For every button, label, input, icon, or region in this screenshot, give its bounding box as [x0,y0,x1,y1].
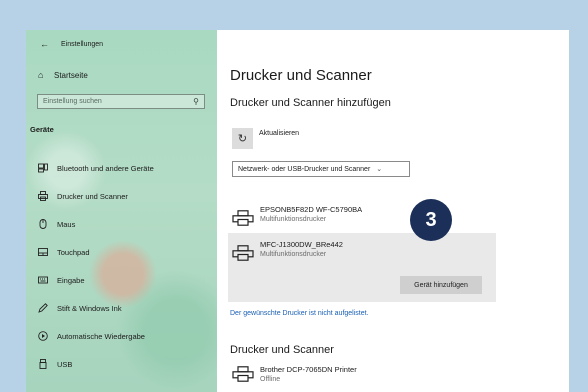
bluetooth-devices-icon [38,163,49,173]
settings-window: ← Einstellungen ⌂ Startseite Einstellung… [26,30,569,392]
autoplay-icon [38,331,49,341]
sidebar-item-pen[interactable]: Stift & Windows Ink [26,294,217,322]
sidebar-item-label: Maus [57,219,76,229]
keyboard-icon [38,275,49,285]
printer-icon [232,210,254,226]
printer-type: Multifunktionsdrucker [260,216,327,223]
mouse-icon [38,219,49,229]
sidebar-section-title: Geräte [30,125,54,134]
printer-name: Brother DCP-7065DN Printer [260,365,357,374]
sidebar-item-mouse[interactable]: Maus [26,210,217,238]
sidebar-item-label: Automatische Wiedergabe [57,331,145,341]
sidebar-item-home[interactable]: ⌂ Startseite [26,66,217,84]
sidebar-item-label: Eingabe [57,275,85,285]
sidebar-item-label: Bluetooth und andere Geräte [57,163,154,173]
search-placeholder: Einstellung suchen [43,98,102,105]
sidebar-item-bluetooth[interactable]: Bluetooth und andere Geräte [26,154,217,182]
sidebar-item-autoplay[interactable]: Automatische Wiedergabe [26,322,217,350]
chevron-down-icon: ⌄ [376,166,383,173]
sidebar-item-printers[interactable]: Drucker und Scanner [26,182,217,210]
printer-name: MFC-J1300DW_BRe442 [260,240,343,249]
found-printer-item[interactable]: EPSONB5F82D WF-C5790BA Multifunktionsdru… [228,198,496,228]
search-icon[interactable]: ⚲ [193,97,199,106]
printer-icon [38,191,49,201]
usb-icon [38,359,49,369]
printer-icon [232,366,254,382]
refresh-label[interactable]: Aktualisieren [259,130,299,137]
printer-icon [232,245,254,261]
add-section-title: Drucker und Scanner hinzufügen [230,97,391,109]
sidebar-nav: Bluetooth und andere Geräte Drucker und … [26,154,217,378]
sidebar-item-label: USB [57,359,73,369]
window-title: Einstellungen [61,40,104,48]
sidebar-item-touchpad[interactable]: Touchpad [26,238,217,266]
dropdown-value: Netzwerk- oder USB-Drucker und Scanner [238,165,371,173]
printer-not-listed-link[interactable]: Der gewünschte Drucker ist nicht aufgeli… [230,310,369,317]
printer-filter-dropdown[interactable]: Netzwerk- oder USB-Drucker und Scanner ⌄ [232,161,410,177]
home-label: Startseite [54,70,88,80]
back-arrow-icon[interactable]: ← [40,39,49,49]
printer-type: Multifunktionsdrucker [260,251,327,258]
sidebar-item-input[interactable]: Eingabe [26,266,217,294]
touchpad-icon [38,247,49,257]
page-title: Drucker und Scanner [230,67,372,84]
add-device-button[interactable]: Gerät hinzufügen [400,276,482,294]
sidebar-item-label: Touchpad [57,247,90,257]
installed-printer-item[interactable]: Brother DCP-7065DN Printer Offline [228,358,496,388]
refresh-button[interactable]: ↻ [232,128,253,149]
home-icon: ⌂ [38,70,44,80]
printer-status: Offline [260,376,281,383]
settings-search-input[interactable]: Einstellung suchen ⚲ [37,94,205,109]
installed-section-title: Drucker und Scanner [230,344,334,356]
main-content: Drucker und Scanner Drucker und Scanner … [217,30,569,392]
sidebar-item-label: Stift & Windows Ink [57,303,122,313]
title-bar: ← Einstellungen [26,34,217,54]
sidebar-item-label: Drucker und Scanner [57,191,128,201]
step-number-badge: 3 [410,199,452,241]
printer-name: EPSONB5F82D WF-C5790BA [260,205,363,214]
sidebar: ← Einstellungen ⌂ Startseite Einstellung… [26,30,217,392]
sidebar-item-usb[interactable]: USB [26,350,217,378]
refresh-icon: ↻ [237,133,248,145]
pen-icon [38,303,49,313]
